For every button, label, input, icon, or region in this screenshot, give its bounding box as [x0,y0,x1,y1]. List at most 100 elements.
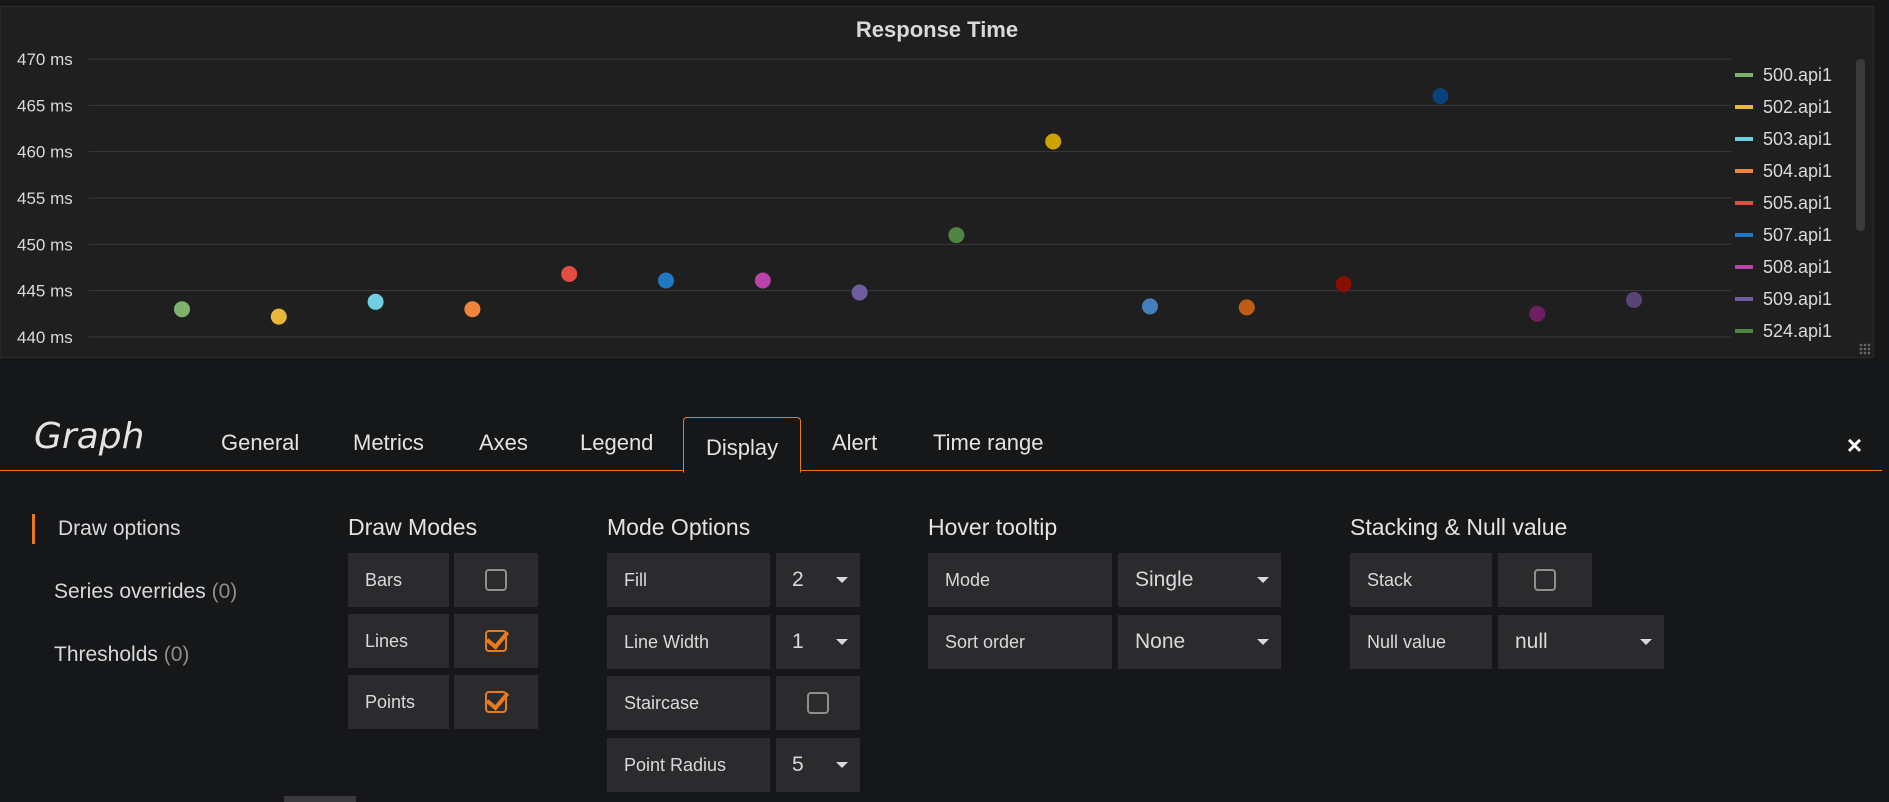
legend-swatch [1735,297,1753,301]
resize-handle-icon[interactable] [1859,343,1871,355]
null-value-select[interactable]: null [1498,615,1664,669]
point-radius-value: 5 [792,753,804,776]
legend-item[interactable]: 508.api1 [1735,251,1851,283]
sort-order-label: Sort order [928,615,1112,669]
line-width-label: Line Width [607,615,770,669]
data-point[interactable] [367,293,384,310]
y-tick-label: 455 ms [17,189,73,208]
chevron-down-icon [1640,639,1652,645]
tab-metrics[interactable]: Metrics [331,410,446,468]
data-point[interactable] [1045,133,1062,150]
fill-value: 2 [792,568,804,591]
tab-legend[interactable]: Legend [558,410,675,468]
point-radius-select[interactable]: 5 [776,738,860,792]
close-icon[interactable]: × [1847,430,1862,461]
bars-label: Bars [348,553,449,607]
legend-item[interactable]: 504.api1 [1735,155,1851,187]
data-point[interactable] [1238,299,1255,316]
staircase-toggle[interactable] [776,676,860,730]
response-time-chart: 470 ms 465 ms 460 ms 455 ms 450 ms 445 ms 440 … [17,50,1731,347]
legend-item[interactable]: 503.api1 [1735,123,1851,155]
data-point[interactable] [1626,291,1642,308]
hover-tooltip-title: Hover tooltip [928,514,1058,540]
data-point[interactable] [464,301,481,318]
legend-item[interactable]: 507.api1 [1735,219,1851,251]
legend-label: 503.api1 [1763,128,1833,149]
chevron-down-icon [836,639,848,645]
lines-checkbox[interactable] [485,630,507,652]
data-point[interactable] [174,301,190,318]
fill-label: Fill [607,553,770,607]
legend-item[interactable]: 505.api1 [1735,187,1851,219]
stack-checkbox[interactable] [1534,569,1556,591]
data-point[interactable] [1335,276,1352,293]
side-nav-draw-options[interactable]: Draw options [58,517,181,541]
data-point[interactable] [561,265,578,282]
tab-time-range[interactable]: Time range [911,410,1065,468]
legend-item[interactable]: 500.api1 [1735,59,1851,91]
side-nav-active-indicator [32,514,35,544]
point-radius-label: Point Radius [607,738,770,792]
legend-scrollbar[interactable] [1856,59,1865,231]
legend-label: 524.api1 [1763,320,1833,341]
bars-toggle[interactable] [454,553,538,607]
tab-general[interactable]: General [199,410,321,468]
side-nav-label: Draw options [58,517,181,540]
chevron-down-icon [836,577,848,583]
legend-label: 505.api1 [1763,192,1833,213]
side-nav-label: Thresholds [54,643,158,666]
legend-swatch [1735,265,1753,269]
legend: 500.api1 502.api1 503.api1 504.api1 505.api1… [1735,59,1851,355]
side-nav-series-overrides[interactable]: Series overrides (0) [54,580,237,604]
stack-toggle[interactable] [1498,553,1592,607]
staircase-checkbox[interactable] [807,692,829,714]
side-nav-thresholds[interactable]: Thresholds (0) [54,643,189,667]
y-tick-label: 440 ms [17,328,73,347]
tab-axes[interactable]: Axes [457,410,550,468]
data-point[interactable] [851,284,868,301]
sort-order-select[interactable]: None [1118,615,1281,669]
fill-select[interactable]: 2 [776,553,860,607]
points-checkbox[interactable] [485,691,507,713]
null-value-value: null [1515,630,1548,653]
lines-toggle[interactable] [454,614,538,668]
tab-display[interactable]: Display [683,417,802,473]
data-point[interactable] [1432,88,1449,105]
legend-swatch [1735,73,1753,77]
data-point[interactable] [270,308,287,325]
y-tick-label: 450 ms [17,235,73,254]
data-point[interactable] [754,272,771,289]
editor-header: Graph General Metrics Axes Legend Displa… [0,410,1882,473]
legend-label: 507.api1 [1763,224,1833,245]
points-label: Points [348,675,449,729]
data-point[interactable] [1529,305,1546,322]
y-tick-label: 445 ms [17,282,73,301]
data-point[interactable] [658,272,674,289]
legend-label: 509.api1 [1763,288,1833,309]
bars-checkbox[interactable] [485,569,507,591]
tab-alert[interactable]: Alert [810,410,899,468]
mode-options-title: Mode Options [607,514,751,540]
legend-label: 508.api1 [1763,256,1833,277]
points-toggle[interactable] [454,675,538,729]
legend-swatch [1735,329,1753,333]
side-nav-label: Series overrides [54,580,206,603]
legend-item[interactable]: 502.api1 [1735,91,1851,123]
legend-item[interactable]: 524.api1 [1735,315,1851,347]
legend-label: 500.api1 [1763,64,1833,85]
line-width-select[interactable]: 1 [776,615,860,669]
draw-modes-title: Draw Modes [348,514,478,540]
data-point[interactable] [1142,298,1158,315]
y-tick-label: 465 ms [17,96,73,115]
data-point[interactable] [948,227,965,244]
mode-label: Mode [928,553,1112,607]
null-value-label: Null value [1350,615,1492,669]
legend-swatch [1735,201,1753,205]
tooltip-mode-select[interactable]: Single [1118,553,1281,607]
chevron-down-icon [1257,639,1269,645]
legend-item[interactable]: 509.api1 [1735,283,1851,315]
legend-label: 504.api1 [1763,160,1833,181]
legend-label: 502.api1 [1763,96,1833,117]
y-tick-label: 470 ms [17,50,73,69]
legend-swatch [1735,105,1753,109]
